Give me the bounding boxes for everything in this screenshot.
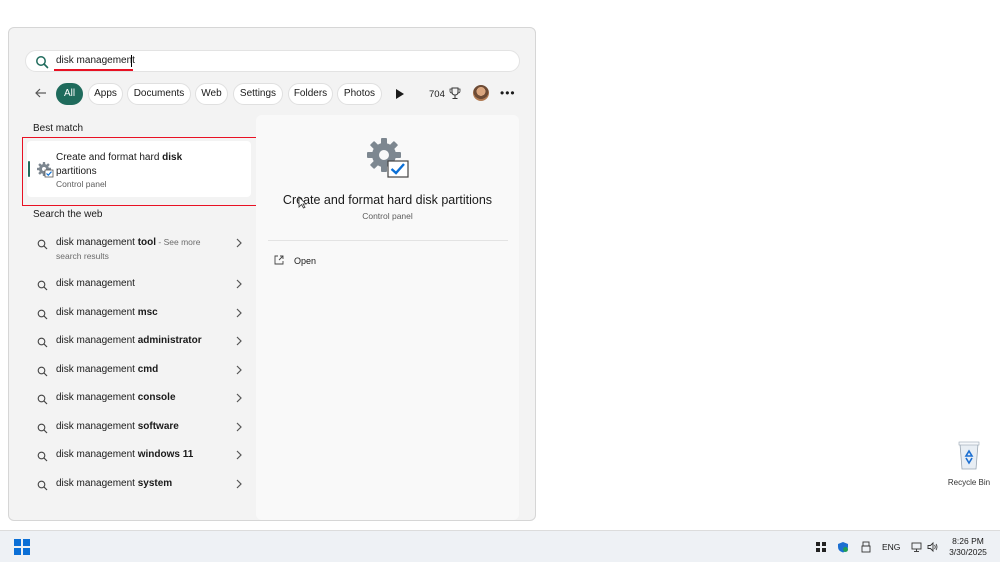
best-match-heading: Best match <box>33 123 84 134</box>
suggestion-text: disk management <box>56 421 138 432</box>
search-input[interactable]: disk management <box>56 55 135 66</box>
suggestion-bold: windows 11 <box>137 449 194 460</box>
chevron-right-icon <box>236 450 242 460</box>
chevron-right-icon <box>236 365 242 375</box>
web-suggestion-row[interactable]: disk management windows 11 <box>33 449 243 463</box>
control-panel-gear-icon <box>367 138 409 178</box>
search-icon <box>37 280 48 291</box>
start-windows-icon[interactable] <box>14 539 30 555</box>
search-icon <box>37 309 48 320</box>
recycle-bin-desktop-icon[interactable]: Recycle Bin <box>946 440 992 487</box>
suggestion-text: disk management <box>56 364 138 375</box>
search-icon <box>37 394 48 405</box>
suggestion-bold: cmd <box>137 364 159 375</box>
filter-chip-all[interactable]: All <box>56 83 83 105</box>
suggestion-text: disk management <box>56 335 138 346</box>
filter-chip-settings[interactable]: Settings <box>233 83 283 105</box>
filter-chip-folders[interactable]: Folders <box>288 83 333 105</box>
security-shield-icon[interactable] <box>837 541 849 553</box>
more-filters-play-icon[interactable] <box>394 87 406 101</box>
filter-chip-documents[interactable]: Documents <box>127 83 191 105</box>
filter-chip-web[interactable]: Web <box>195 83 228 105</box>
search-icon <box>37 480 48 491</box>
chevron-right-icon <box>236 336 242 346</box>
user-avatar[interactable] <box>473 85 489 101</box>
highlight-annotation-box <box>22 137 257 206</box>
taskbar: ENG 8:26 PM 3/30/2025 <box>0 530 1000 562</box>
back-arrow-icon[interactable] <box>33 85 49 101</box>
chevron-right-icon <box>236 238 242 248</box>
suggestion-bold: administrator <box>137 335 202 346</box>
search-icon <box>37 239 48 250</box>
suggestion-bold: software <box>137 421 179 432</box>
text-caret <box>131 55 132 67</box>
web-suggestion-row[interactable]: disk management software <box>33 421 243 435</box>
trophy-icon[interactable] <box>449 87 461 100</box>
search-box[interactable]: disk management <box>25 50 520 72</box>
see-more-text-2: search results <box>56 251 109 261</box>
chevron-right-icon <box>236 308 242 318</box>
suggestion-bold: console <box>137 392 176 403</box>
search-icon <box>37 451 48 462</box>
network-icon[interactable] <box>911 541 923 553</box>
suggestion-bold: system <box>137 478 173 489</box>
widgets-icon[interactable] <box>815 541 827 553</box>
open-label: Open <box>294 256 317 266</box>
language-indicator[interactable]: ENG <box>882 542 900 552</box>
suggestion-text: disk management <box>56 237 138 248</box>
usb-device-icon[interactable] <box>860 541 872 553</box>
search-web-heading: Search the web <box>33 209 103 220</box>
web-suggestion-row[interactable]: disk management msc <box>33 307 243 321</box>
filter-chip-photos[interactable]: Photos <box>337 83 382 105</box>
search-panel: disk management All Apps Documents Web S… <box>8 27 536 521</box>
search-icon <box>37 366 48 377</box>
open-external-icon <box>274 255 284 265</box>
web-suggestion-row[interactable]: disk management cmd <box>33 364 243 378</box>
clock-time: 8:26 PM <box>952 536 984 546</box>
web-suggestion-row[interactable]: disk management <box>33 278 243 292</box>
suggestion-text: disk management <box>56 278 135 289</box>
suggestion-text: disk management <box>56 449 138 460</box>
suggestion-text: disk management <box>56 478 138 489</box>
search-icon <box>37 337 48 348</box>
chevron-right-icon <box>236 393 242 403</box>
mouse-cursor-icon <box>298 196 307 209</box>
recycle-bin-label: Recycle Bin <box>947 478 991 487</box>
suggestion-bold: tool <box>137 237 157 248</box>
preview-title: Create and format hard disk partitions <box>282 193 493 207</box>
spellcheck-underline <box>54 69 133 71</box>
web-suggestion-row[interactable]: disk management system <box>33 478 243 492</box>
result-preview-pane: Create and format hard disk partitions C… <box>256 115 519 520</box>
web-suggestion-row[interactable]: disk management tool - See more search r… <box>33 237 243 263</box>
more-options-icon[interactable]: ••• <box>500 86 516 100</box>
recycle-bin-icon <box>958 441 980 470</box>
preview-divider <box>268 240 508 241</box>
chevron-right-icon <box>236 279 242 289</box>
suggestion-bold: msc <box>137 307 158 318</box>
search-icon <box>37 423 48 434</box>
search-icon <box>36 56 49 69</box>
volume-icon[interactable] <box>927 541 939 553</box>
preview-subtitle: Control panel <box>362 211 413 221</box>
chevron-right-icon <box>236 479 242 489</box>
suggestion-text: disk management <box>56 307 138 318</box>
rewards-points[interactable]: 704 <box>429 89 445 100</box>
web-suggestion-row[interactable]: disk management console <box>33 392 243 406</box>
filter-chip-apps[interactable]: Apps <box>88 83 123 105</box>
clock-date: 3/30/2025 <box>949 547 987 557</box>
see-more-text: - See more <box>156 237 201 247</box>
suggestion-text: disk management <box>56 392 138 403</box>
system-clock[interactable]: 8:26 PM 3/30/2025 <box>944 536 992 558</box>
web-suggestion-row[interactable]: disk management administrator <box>33 335 243 349</box>
chevron-right-icon <box>236 422 242 432</box>
